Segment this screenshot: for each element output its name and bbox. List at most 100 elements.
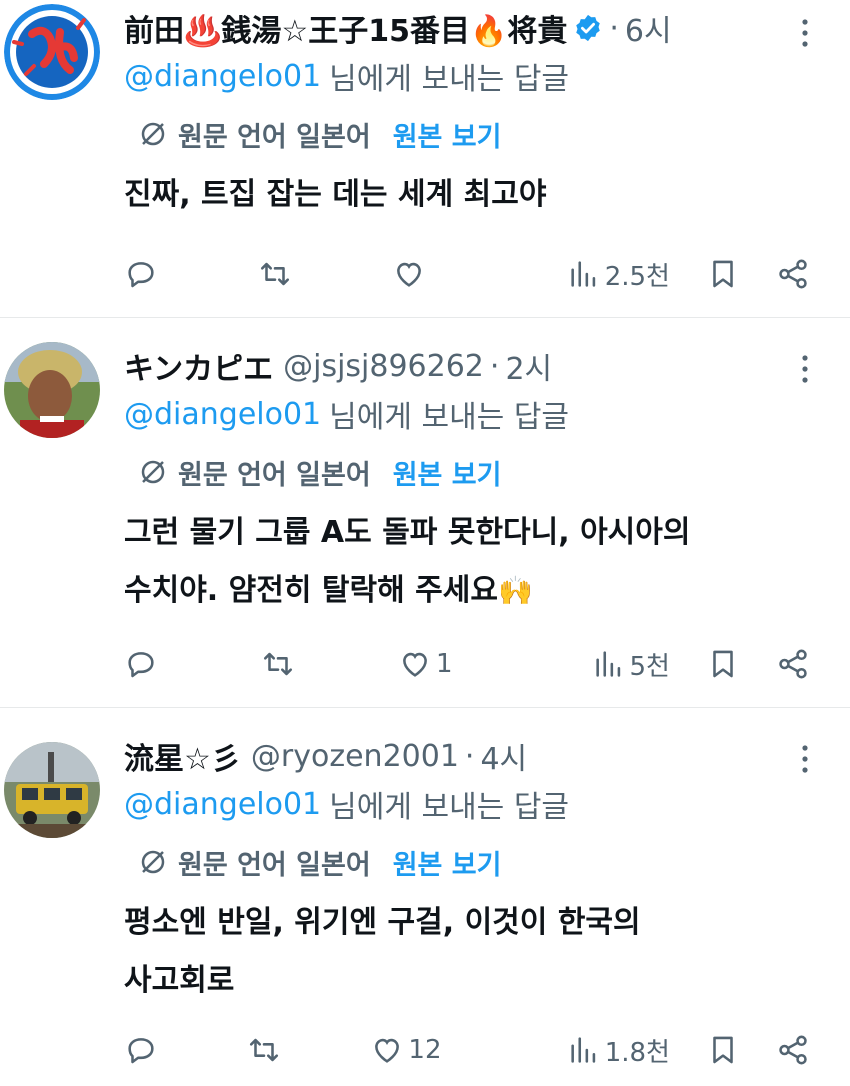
translation-notice: 원문 언어 일본어 원본 보기 [124,106,834,162]
reply-mention-link[interactable]: @diangelo01 [124,397,321,432]
share-button[interactable] [776,1033,810,1067]
translate-label: 원문 언어 일본어 [178,121,371,153]
like-count: 1 [435,649,453,679]
tweet-header: 前田♨️銭湯☆王子15番目🔥将貴 · 6시 [124,4,834,52]
display-name[interactable]: 前田♨️銭湯☆王子15番目🔥将貴 [124,6,567,50]
views-count: 2.5천 [604,261,670,292]
avatar[interactable] [4,742,100,838]
tweet-text-line: 수치야. 얌전히 탈락해 주세요🙌 [124,562,824,620]
retweet-button[interactable] [258,257,292,291]
tweet-text: 평소엔 반일, 위기엔 구걸, 이것이 한국의 사고회로 [124,894,824,1010]
tweet-header: キンカピエ @jsjsj896262 · 2시 [124,342,834,390]
display-name[interactable]: 流星☆彡 [124,734,241,778]
views-count: 1.8천 [604,1037,670,1068]
tweet-text: 진짜, 트집 잡는 데는 세계 최고야 [124,166,724,224]
tweet-header: 流星☆彡 @ryozen2001 · 4시 [124,732,834,780]
like-count: 12 [408,1035,442,1065]
retweet-icon [263,652,293,676]
translation-notice: 원문 언어 일본어 원본 보기 [124,834,834,890]
translate-label: 원문 언어 일본어 [178,849,371,881]
tweet-text-line: 진짜, 트집 잡는 데는 세계 최고야 [124,177,547,212]
tweet-text-line-content: 수치야. 얌전히 탈락해 주세요 [124,573,498,608]
timestamp[interactable]: 4시 [480,734,527,778]
bookmark-button[interactable] [706,257,740,291]
reply-suffix: 님에게 보내는 답글 [329,62,570,97]
share-button[interactable] [776,257,810,291]
action-bar: 2.5천 [124,254,810,294]
like-icon [375,1038,400,1063]
retweet-button[interactable] [247,1033,281,1067]
replying-to: @diangelo01 님에게 보내는 답글 [124,780,834,828]
share-icon [779,259,807,289]
bookmark-button[interactable] [706,1033,740,1067]
tweet[interactable]: 前田♨️銭湯☆王子15番目🔥将貴 · 6시 @diangelo01 님에게 보내… [0,0,850,318]
reply-icon [128,262,154,288]
display-name[interactable]: キンカピエ [124,344,273,388]
reply-mention-link[interactable]: @diangelo01 [124,59,321,94]
avatar[interactable] [4,4,100,100]
views-button[interactable]: 1.8천 [567,1032,670,1069]
translate-label: 원문 언어 일본어 [178,459,371,491]
separator-dot: · [609,10,619,46]
bookmark-icon [713,260,733,288]
timestamp[interactable]: 6시 [625,6,672,50]
more-icon[interactable] [800,744,810,774]
view-original-button[interactable]: 원본 보기 [393,843,502,882]
reply-button[interactable] [124,1033,158,1067]
globe-translate-icon [141,122,165,146]
reply-icon [128,1038,154,1064]
views-count: 5천 [629,651,670,682]
more-icon[interactable] [800,18,810,48]
globe-translate-icon [141,460,165,484]
right-actions: 2.5천 [531,256,810,293]
action-bar: 12 1.8천 [124,1030,810,1070]
translation-notice: 원문 언어 일본어 원본 보기 [124,444,834,500]
like-icon [403,652,427,677]
raised-hands-emoji: 🙌 [497,574,533,607]
like-icon [397,262,422,287]
replying-to: @diangelo01 님에게 보내는 답글 [124,52,834,100]
reply-mention-link[interactable]: @diangelo01 [124,787,321,822]
right-actions: 5천 [556,646,810,683]
avatar[interactable] [4,342,100,438]
views-button[interactable]: 5천 [592,646,670,683]
like-button[interactable]: 1 [398,647,453,681]
reply-suffix: 님에게 보내는 답글 [329,790,570,825]
reply-feed: 前田♨️銭湯☆王子15番目🔥将貴 · 6시 @diangelo01 님에게 보내… [0,0,850,1086]
bookmark-icon [713,1036,733,1064]
action-bar: 1 5천 [124,644,810,684]
retweet-icon [250,1038,279,1062]
tweet-text-line: 그런 물기 그룹 A도 돌파 못한다니, 아시아의 [124,515,691,550]
share-icon [779,1035,807,1065]
like-button[interactable]: 12 [370,1033,442,1067]
user-handle[interactable]: @jsjsj896262 [283,349,484,384]
views-button[interactable]: 2.5천 [567,256,670,293]
tweet-text-line: 평소엔 반일, 위기엔 구걸, 이것이 한국의 [124,905,641,940]
more-icon[interactable] [800,354,810,384]
views-icon [571,1037,595,1063]
separator-dot: · [464,738,475,774]
separator-dot: · [489,348,500,384]
reply-suffix: 님에게 보내는 답글 [329,400,570,435]
view-original-button[interactable]: 원본 보기 [393,115,502,154]
bookmark-button[interactable] [706,647,740,681]
reply-button[interactable] [124,647,158,681]
globe-translate-icon [141,850,165,874]
share-button[interactable] [776,647,810,681]
timestamp[interactable]: 2시 [505,344,552,388]
retweet-button[interactable] [261,647,295,681]
user-handle[interactable]: @ryozen2001 [251,739,459,774]
right-actions: 1.8천 [531,1032,810,1069]
retweet-icon [261,262,290,286]
views-icon [595,651,620,677]
reply-icon [128,652,154,678]
tweet[interactable]: 流星☆彡 @ryozen2001 · 4시 @diangelo01 님에게 보내… [0,708,850,1086]
tweet-text: 그런 물기 그룹 A도 돌파 못한다니, 아시아의 수치야. 얌전히 탈락해 주… [124,504,824,620]
verified-badge-icon [576,14,601,42]
tweet[interactable]: キンカピエ @jsjsj896262 · 2시 @diangelo01 님에게 … [0,318,850,708]
like-button[interactable] [392,257,430,291]
view-original-button[interactable]: 원본 보기 [393,453,502,492]
tweet-text-line: 사고회로 [124,963,235,998]
reply-button[interactable] [124,257,158,291]
views-icon [571,261,595,287]
